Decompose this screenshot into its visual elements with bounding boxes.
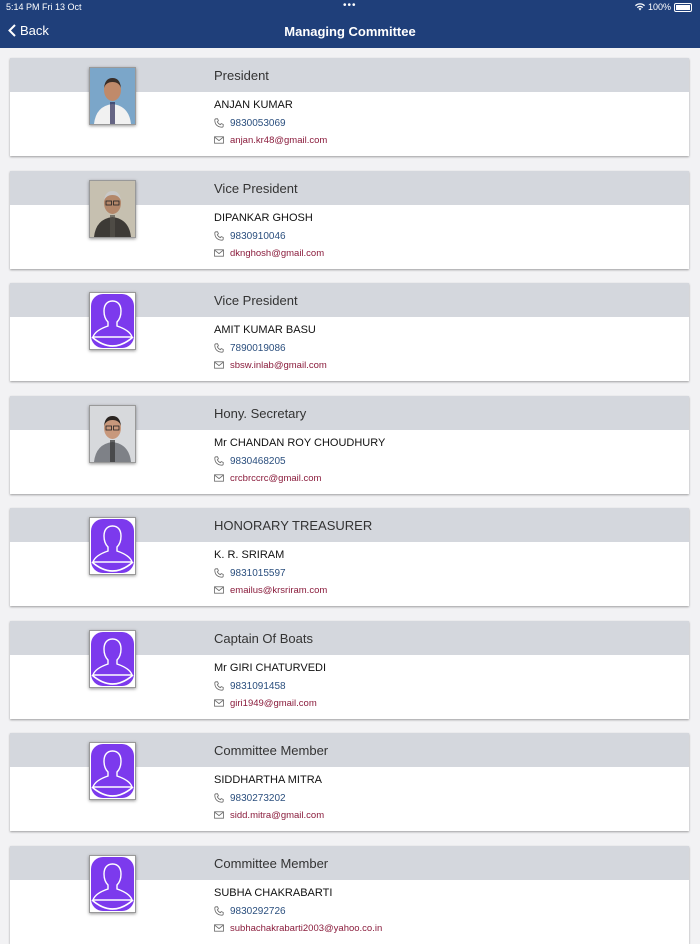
phone-icon	[214, 343, 224, 353]
phone-icon	[214, 680, 224, 691]
placeholder-avatar-icon	[90, 293, 135, 349]
member-card-4[interactable]: Hony. Secretary Mr CHANDAN ROY CHOUDHURY…	[10, 395, 689, 494]
member-photo	[89, 517, 136, 575]
member-role: President	[214, 68, 269, 83]
member-role: Committee Member	[214, 855, 329, 871]
member-phone[interactable]: 7890019086	[230, 343, 286, 354]
member-photo	[89, 67, 136, 125]
page-title: Managing Committee	[284, 24, 416, 39]
member-card-7[interactable]: Committee Member SIDDHARTHA MITRA 983027…	[10, 733, 689, 831]
top-bar: 5:14 PM Fri 13 Oct ••• 100% Back Managin…	[0, 0, 700, 48]
member-name: AMIT KUMAR BASU	[214, 324, 316, 336]
wifi-icon	[634, 3, 645, 11]
member-photo	[89, 742, 136, 800]
member-name: SUBHA CHAKRABARTI	[214, 886, 333, 899]
member-phone[interactable]: 9830292726	[230, 906, 286, 917]
mail-icon	[214, 923, 224, 932]
member-email[interactable]: anjan.kr48@gmail.com	[230, 135, 327, 146]
member-phone[interactable]: 9830273202	[230, 793, 286, 804]
member-card-2[interactable]: Vice President DIPANKAR GHOSH 9830910046…	[10, 170, 689, 269]
member-name: DIPANKAR GHOSH	[214, 211, 313, 224]
member-email[interactable]: emailus@krsriram.com	[230, 585, 327, 596]
placeholder-avatar-icon	[90, 518, 135, 574]
member-photo	[89, 629, 136, 688]
member-phone[interactable]: 9830910046	[230, 231, 286, 242]
member-photo	[89, 854, 136, 913]
phone-icon	[214, 568, 224, 578]
member-phone[interactable]: 9830468205	[230, 456, 286, 467]
battery-percent: 100%	[647, 2, 671, 12]
member-name: SIDDHARTHA MITRA	[214, 774, 322, 786]
portrait-photo	[90, 180, 135, 237]
member-role: Hony. Secretary	[214, 405, 307, 421]
multitask-dots-icon[interactable]: •••	[343, 0, 357, 11]
member-photo	[89, 404, 136, 463]
member-card-8[interactable]: Committee Member SUBHA CHAKRABARTI 98302…	[10, 845, 689, 944]
battery-icon	[674, 2, 692, 12]
member-role: Committee Member	[214, 743, 329, 758]
portrait-photo	[90, 68, 135, 124]
member-email[interactable]: sbsw.inlab@gmail.com	[230, 360, 327, 371]
mail-icon	[214, 811, 224, 819]
member-email[interactable]: giri1949@gmail.com	[230, 698, 317, 709]
phone-icon	[214, 118, 224, 128]
portrait-photo	[90, 405, 135, 462]
member-role: HONORARY TREASURER	[214, 518, 373, 533]
phone-icon	[214, 793, 224, 803]
member-phone[interactable]: 9831015597	[230, 568, 286, 579]
phone-icon	[214, 905, 224, 916]
member-name: K. R. SRIRAM	[214, 549, 285, 561]
member-card-1[interactable]: President ANJAN KUMAR 9830053069 anjan.k…	[10, 58, 689, 156]
member-role: Vice President	[214, 180, 298, 196]
member-name: Mr GIRI CHATURVEDI	[214, 661, 327, 674]
mail-icon	[214, 586, 224, 594]
member-card-5[interactable]: HONORARY TREASURER K. R. SRIRAM 98310155…	[10, 508, 689, 606]
status-time: 5:14 PM Fri 13 Oct	[6, 2, 82, 12]
member-phone[interactable]: 9830053069	[230, 118, 286, 129]
phone-icon	[214, 455, 224, 466]
member-name: Mr CHANDAN ROY CHOUDHURY	[214, 436, 386, 449]
mail-icon	[214, 248, 224, 257]
placeholder-avatar-icon	[90, 743, 135, 799]
mail-icon	[214, 361, 224, 369]
placeholder-avatar-icon	[90, 855, 135, 912]
member-role: Vice President	[214, 293, 298, 308]
mail-icon	[214, 136, 224, 144]
member-email[interactable]: sidd.mitra@gmail.com	[230, 810, 324, 821]
member-name: ANJAN KUMAR	[214, 99, 293, 111]
phone-icon	[214, 230, 224, 241]
member-card-6[interactable]: Captain Of Boats Mr GIRI CHATURVEDI 9831…	[10, 620, 689, 719]
mail-icon	[214, 473, 224, 482]
member-photo	[89, 179, 136, 238]
member-photo	[89, 292, 136, 350]
mail-icon	[214, 698, 224, 707]
member-email[interactable]: dknghosh@gmail.com	[230, 248, 324, 259]
status-right: 100%	[634, 2, 692, 12]
member-role: Captain Of Boats	[214, 630, 313, 646]
member-card-3[interactable]: Vice President AMIT KUMAR BASU 789001908…	[10, 283, 689, 381]
placeholder-avatar-icon	[90, 630, 135, 687]
member-email[interactable]: subhachakrabarti2003@yahoo.co.in	[230, 923, 382, 934]
member-phone[interactable]: 9831091458	[230, 681, 286, 692]
member-email[interactable]: crcbrccrc@gmail.com	[230, 473, 321, 484]
